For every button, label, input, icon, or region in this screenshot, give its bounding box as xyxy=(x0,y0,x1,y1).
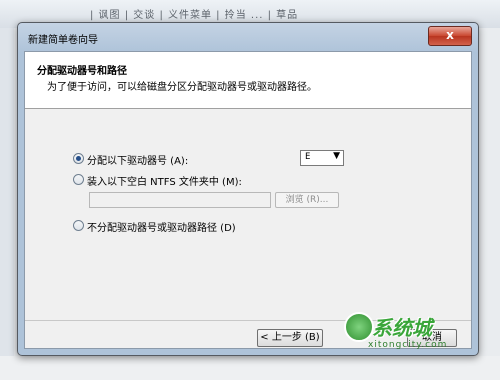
background-left-edge xyxy=(0,28,14,380)
drive-letter-value: E xyxy=(305,152,311,162)
title-bar[interactable]: 新建简单卷向导 x xyxy=(18,23,478,51)
watermark-url: xitongcity.com xyxy=(368,340,448,350)
assign-letter-radio[interactable] xyxy=(73,153,84,164)
browse-button[interactable]: 浏览 (R)... xyxy=(275,192,339,208)
no-assign-radio[interactable] xyxy=(73,220,84,231)
wizard-header: 分配驱动器号和路径 为了便于访问，可以给磁盘分区分配驱动器号或驱动器路径。 xyxy=(25,52,471,109)
window-title: 新建简单卷向导 xyxy=(28,35,98,46)
mount-folder-path-input[interactable] xyxy=(89,192,271,208)
windows-logo-icon xyxy=(344,312,374,342)
chevron-down-icon: ▼ xyxy=(333,151,340,161)
mount-folder-label[interactable]: 装入以下空白 NTFS 文件夹中 (M): xyxy=(87,173,242,188)
close-icon: x xyxy=(446,28,454,42)
back-button[interactable]: < 上一步 (B) xyxy=(257,329,323,347)
background-strip-text: | 讽图 | 交谈 | 义件菜单 | 拎当 ... | 草品 xyxy=(90,10,299,21)
watermark: 系统城 xitongcity.com xyxy=(342,310,462,354)
drive-letter-select[interactable]: E ▼ xyxy=(300,150,344,166)
background-bottom-edge xyxy=(0,356,500,380)
watermark-brand: 系统城 xyxy=(372,316,432,340)
wizard-body: 分配驱动器号和路径 为了便于访问，可以给磁盘分区分配驱动器号或驱动器路径。 分配… xyxy=(24,51,472,349)
assign-letter-label[interactable]: 分配以下驱动器号 (A): xyxy=(87,152,188,167)
page-title: 分配驱动器号和路径 xyxy=(37,66,127,77)
no-assign-label[interactable]: 不分配驱动器号或驱动器路径 (D) xyxy=(87,219,236,234)
close-button[interactable]: x xyxy=(428,26,472,46)
new-simple-volume-wizard: 新建简单卷向导 x 分配驱动器号和路径 为了便于访问，可以给磁盘分区分配驱动器号… xyxy=(17,22,479,356)
mount-folder-radio[interactable] xyxy=(73,174,84,185)
page-subtitle: 为了便于访问，可以给磁盘分区分配驱动器号或驱动器路径。 xyxy=(47,82,317,93)
